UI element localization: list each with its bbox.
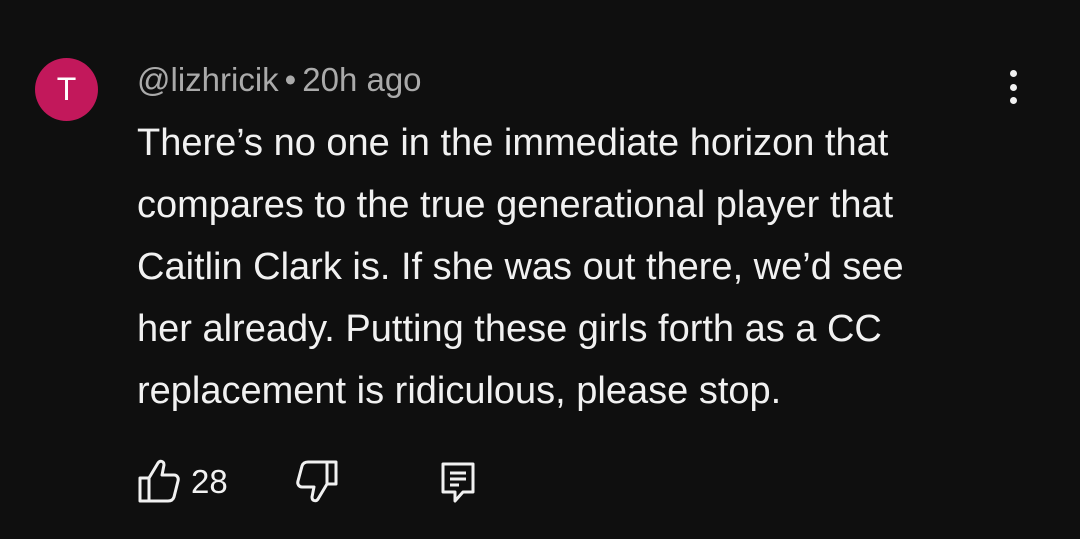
more-vert-icon[interactable]	[996, 66, 1030, 108]
thumbs-down-icon	[296, 460, 338, 503]
comment-time[interactable]: 20h ago	[302, 61, 421, 98]
comment-header: @lizhricik • 20h ago	[137, 60, 422, 100]
menu-dot	[1009, 70, 1017, 77]
dislike-button[interactable]	[295, 458, 339, 504]
menu-dot	[1009, 83, 1017, 91]
meta-separator: •	[284, 61, 297, 98]
like-count: 28	[191, 463, 228, 500]
author-name[interactable]: @lizhricik	[137, 61, 279, 98]
menu-dot	[1009, 97, 1017, 104]
reply-icon	[441, 462, 475, 503]
comment-text: There’s no one in the immediate horizon …	[137, 122, 904, 412]
comment-item: T @lizhricik • 20h ago There’s no one in t…	[0, 0, 1080, 539]
thumbs-up-icon	[138, 459, 180, 503]
like-button[interactable]	[137, 458, 181, 504]
reply-button[interactable]	[439, 460, 477, 504]
avatar-letter: T	[56, 71, 77, 107]
avatar[interactable]: T	[35, 58, 98, 121]
